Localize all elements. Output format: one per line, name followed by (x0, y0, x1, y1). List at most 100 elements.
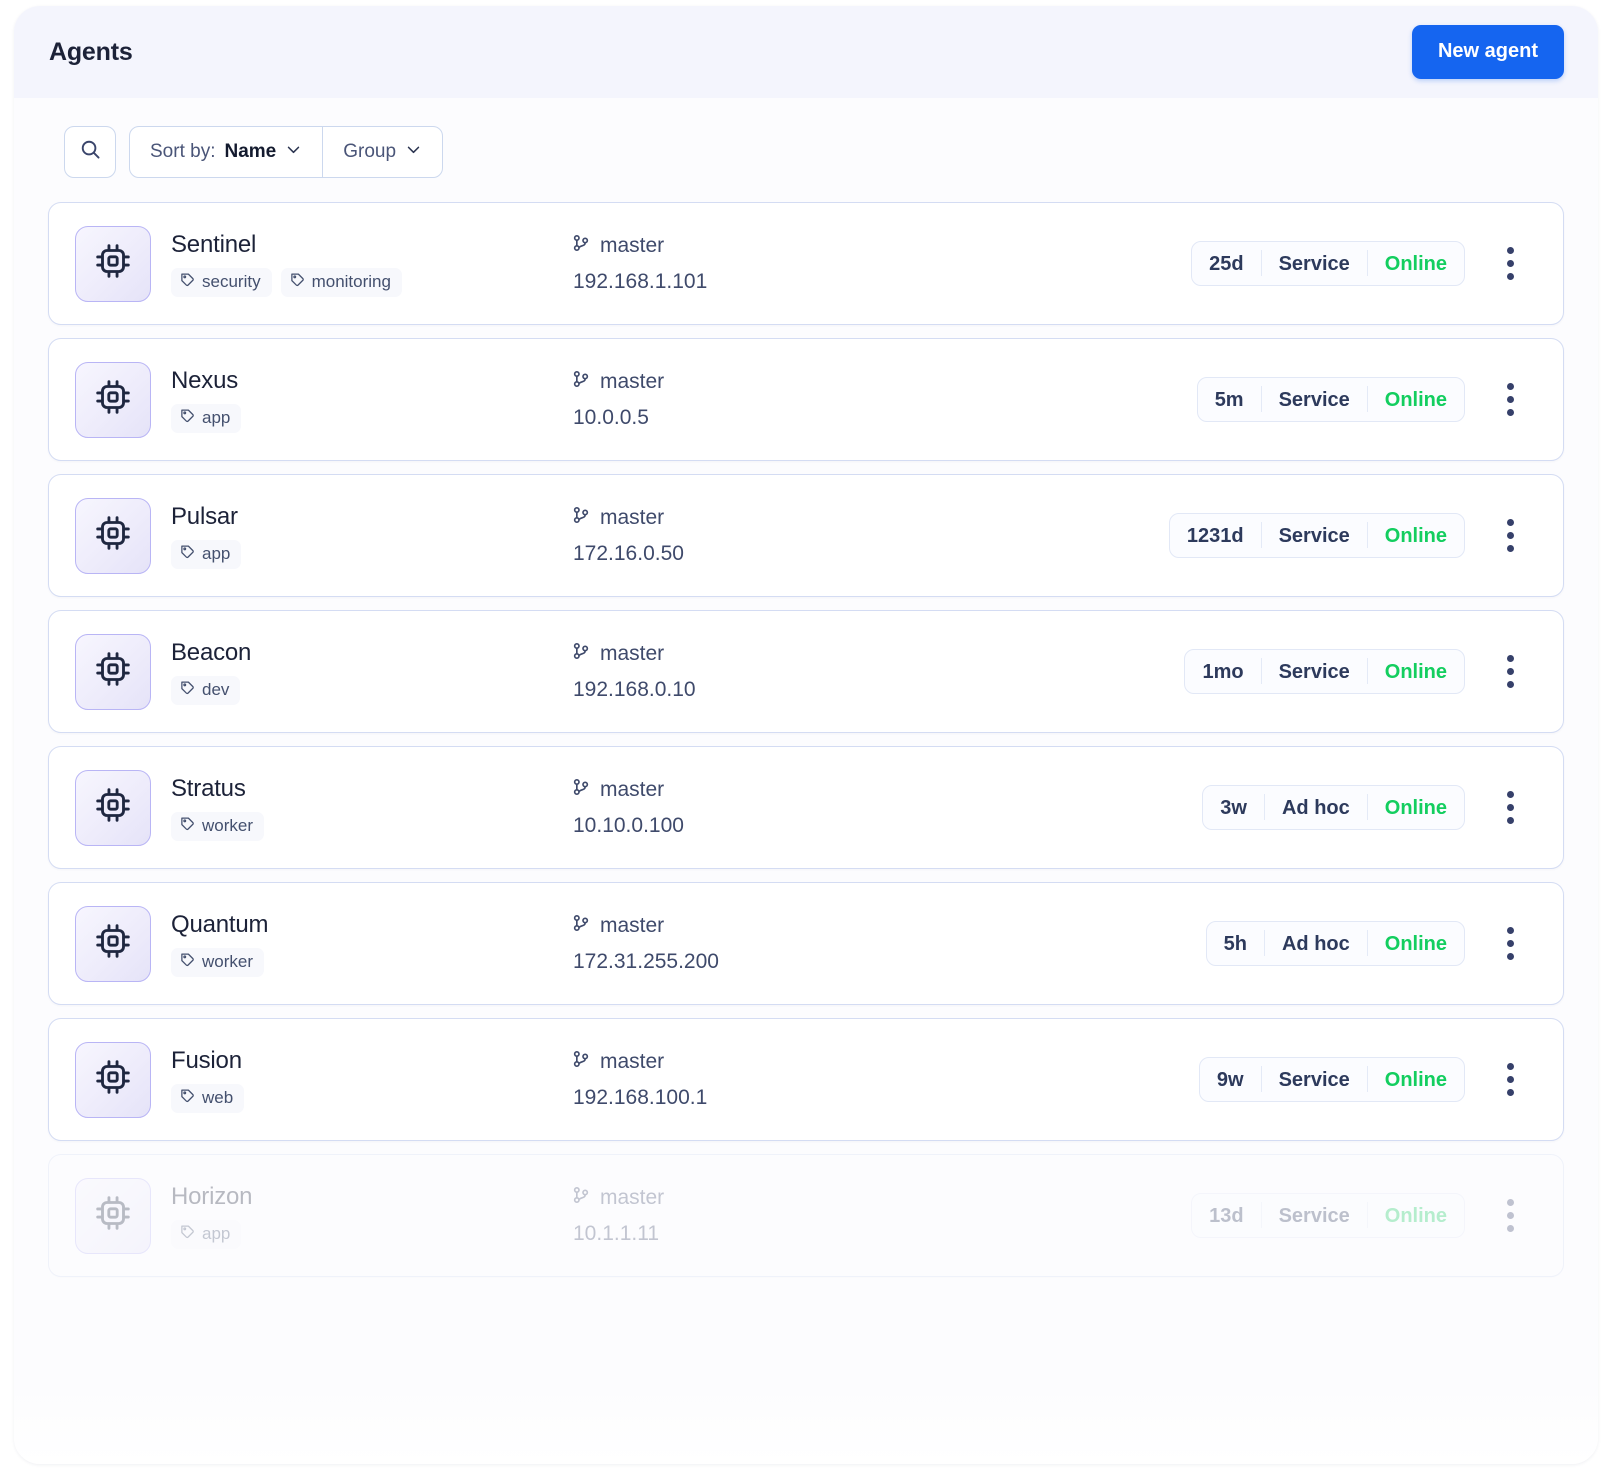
agent-address: 172.31.255.200 (573, 950, 719, 973)
agent-identity: Nexus app (75, 361, 545, 438)
agent-tag-label: worker (202, 815, 254, 835)
agent-row[interactable]: Stratus worker master 10.10.0.100 3w Ad … (48, 746, 1564, 869)
row-menu-button[interactable] (1487, 916, 1533, 972)
stat-status-value: Online (1384, 933, 1447, 955)
agent-tag[interactable]: app (171, 1219, 242, 1249)
stat-uptime: 3w (1203, 794, 1264, 820)
page-header: Agents New agent (14, 6, 1598, 98)
stat-status-value: Online (1384, 525, 1447, 547)
stat-status: Online (1366, 658, 1464, 684)
agent-row[interactable]: Quantum worker master 172.31.255.200 5h … (48, 882, 1564, 1005)
agent-row[interactable]: Sentinel security monitoring master 192.1… (48, 202, 1564, 325)
group-dropdown[interactable]: Group (322, 127, 442, 177)
stat-uptime: 5m (1198, 386, 1261, 412)
agent-tag[interactable]: monitoring (280, 267, 402, 297)
agent-row[interactable]: Fusion web master 192.168.100.1 9w Servi… (48, 1018, 1564, 1141)
agent-tag[interactable]: worker (171, 811, 265, 841)
agent-tag-label: web (202, 1087, 234, 1107)
row-menu-button[interactable] (1487, 780, 1533, 836)
agent-branch: master (571, 641, 1045, 667)
kebab-dot (1506, 668, 1514, 675)
stat-status-value: Online (1384, 661, 1447, 683)
agent-tags: app (171, 403, 242, 433)
stat-uptime: 5h (1207, 930, 1264, 956)
agent-avatar-tile (75, 1177, 151, 1254)
agent-tags: worker (171, 947, 268, 977)
agent-stats-panel: 5m Service Online (1196, 377, 1465, 422)
agent-tag-label: monitoring (311, 271, 391, 291)
agent-tag[interactable]: app (171, 403, 242, 433)
agent-branch: master (571, 1049, 1045, 1075)
stat-uptime-value: 13d (1209, 1205, 1244, 1227)
cpu-chip-icon (95, 787, 131, 828)
agent-name-block: Beacon dev (171, 639, 251, 705)
kebab-dot (1506, 396, 1514, 403)
agent-row[interactable]: Horizon app master 10.1.1.11 13d Service… (48, 1154, 1564, 1277)
agent-row[interactable]: Nexus app master 10.0.0.5 5m Service Onl… (48, 338, 1564, 461)
agent-row[interactable]: Beacon dev master 192.168.0.10 1mo Servi… (48, 610, 1564, 733)
agent-branch-label: master (600, 506, 665, 529)
stat-type-value: Service (1278, 1205, 1350, 1227)
row-menu-button[interactable] (1487, 372, 1533, 428)
row-menu-button[interactable] (1487, 1188, 1533, 1244)
agent-stats-panel: 9w Service Online (1198, 1057, 1465, 1102)
group-label: Group (343, 141, 397, 162)
agent-tag[interactable]: security (171, 267, 272, 297)
stat-uptime: 13d (1192, 1202, 1260, 1228)
agent-tag[interactable]: app (171, 539, 242, 569)
agent-tag[interactable]: dev (171, 675, 241, 705)
agent-tag-label: worker (202, 951, 254, 971)
agent-tag-label: app (202, 543, 231, 563)
agent-stats-panel: 13d Service Online (1191, 1193, 1465, 1238)
row-menu-button[interactable] (1487, 508, 1533, 564)
row-menu-button[interactable] (1487, 644, 1533, 700)
stat-uptime: 1mo (1185, 658, 1260, 684)
kebab-dot (1506, 519, 1514, 526)
row-menu-button[interactable] (1487, 236, 1533, 292)
git-branch-icon (571, 641, 591, 667)
new-agent-button[interactable]: New agent (1411, 25, 1564, 79)
agent-meta: master 172.16.0.50 (545, 505, 1045, 566)
tag-icon (180, 816, 195, 836)
agent-name: Quantum (171, 910, 269, 938)
agent-stats-panel: 3w Ad hoc Online (1202, 785, 1465, 830)
agent-name-block: Pulsar app (171, 503, 242, 569)
stat-type-value: Ad hoc (1281, 933, 1350, 955)
agent-avatar-tile (75, 769, 151, 846)
agent-meta: master 192.168.0.10 (545, 641, 1045, 702)
stat-type-value: Service (1278, 253, 1350, 275)
agents-list: Sentinel security monitoring master 192.1… (48, 202, 1564, 1277)
cpu-chip-icon (95, 651, 131, 692)
cpu-chip-icon (95, 515, 131, 556)
sort-by-dropdown[interactable]: Sort by: Name (130, 127, 322, 177)
agent-tag[interactable]: worker (171, 947, 265, 977)
kebab-dot (1506, 1212, 1514, 1219)
kebab-dot (1506, 1225, 1514, 1232)
agent-tags: dev (171, 675, 251, 705)
page-title: Agents (49, 37, 133, 66)
agent-tag[interactable]: web (171, 1083, 245, 1113)
search-button[interactable] (64, 126, 116, 178)
stat-type: Service (1260, 386, 1367, 412)
stat-uptime-value: 9w (1216, 1069, 1244, 1091)
tag-icon (180, 1224, 195, 1244)
agent-branch-label: master (600, 1186, 665, 1209)
stat-uptime: 9w (1200, 1066, 1261, 1092)
stat-type-value: Ad hoc (1281, 797, 1350, 819)
agent-identity: Beacon dev (75, 633, 545, 710)
stat-status-value: Online (1384, 797, 1447, 819)
row-menu-button[interactable] (1487, 1052, 1533, 1108)
agent-stats-panel: 1mo Service Online (1184, 649, 1465, 694)
agent-branch: master (571, 913, 1045, 939)
filter-segmented-group: Sort by: Name Group (129, 126, 444, 178)
cpu-chip-icon (95, 379, 131, 420)
agent-row[interactable]: Pulsar app master 172.16.0.50 1231d Serv… (48, 474, 1564, 597)
agent-address: 172.16.0.50 (573, 542, 684, 565)
sort-by-value: Name (224, 141, 277, 162)
agent-branch-label: master (600, 234, 665, 257)
git-branch-icon (571, 777, 591, 803)
agent-branch: master (571, 233, 1045, 259)
agent-meta: master 10.0.0.5 (545, 369, 1045, 430)
agent-avatar-tile (75, 225, 151, 302)
agent-tags: app (171, 539, 242, 569)
